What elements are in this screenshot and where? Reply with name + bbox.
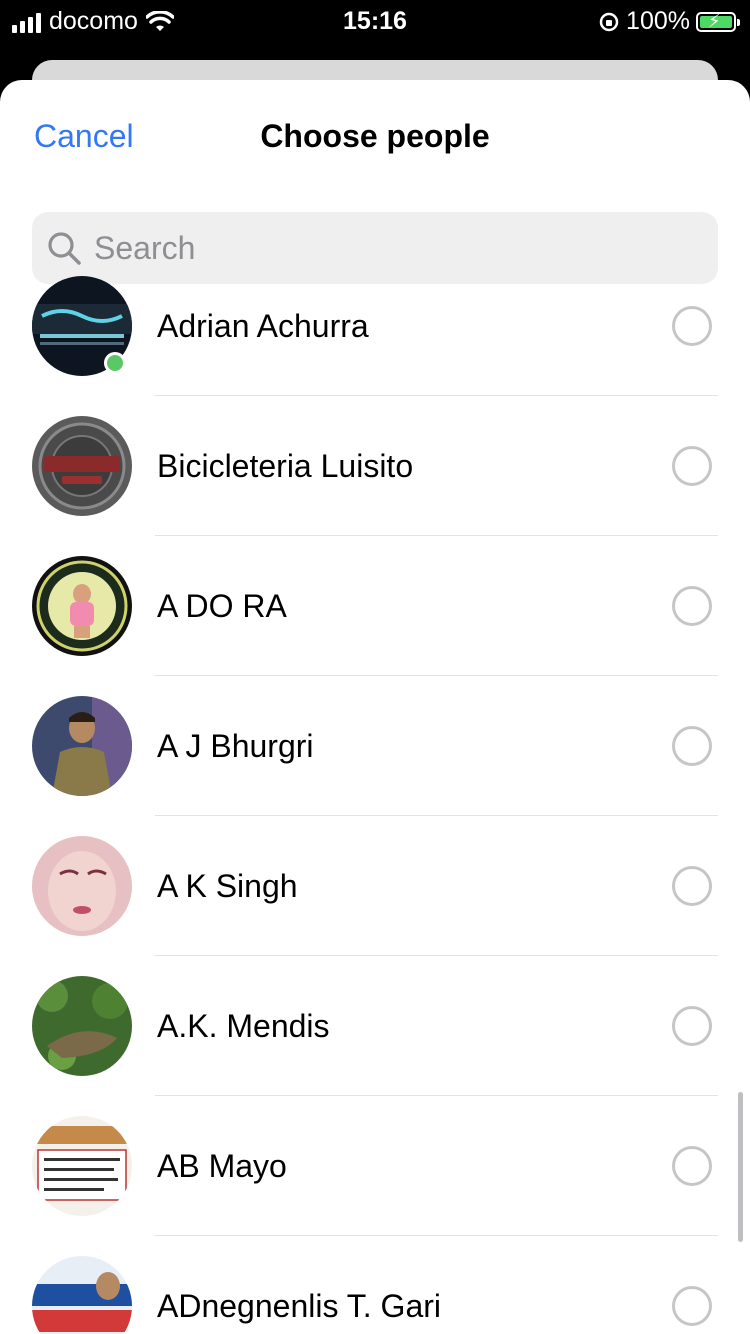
contact-name: Bicicleteria Luisito — [157, 448, 414, 484]
contact-name: A.K. Mendis — [157, 1008, 330, 1044]
contact-row[interactable]: ADnegnenlis T. Gari — [0, 1236, 750, 1334]
avatar — [32, 976, 132, 1076]
contact-name: Adrian Achurra — [157, 308, 369, 344]
select-radio[interactable] — [672, 1146, 712, 1186]
select-radio[interactable] — [672, 446, 712, 486]
select-radio[interactable] — [672, 866, 712, 906]
select-radio[interactable] — [672, 306, 712, 346]
contact-row[interactable]: A.K. Mendis — [0, 956, 750, 1096]
scrollbar[interactable] — [738, 1092, 743, 1242]
contact-row[interactable]: AB Mayo — [0, 1096, 750, 1236]
contact-name: AB Mayo — [157, 1148, 287, 1184]
contact-row[interactable]: A J Bhurgri — [0, 676, 750, 816]
contact-name: A K Singh — [157, 868, 298, 904]
avatar — [32, 1256, 132, 1334]
avatar — [32, 696, 132, 796]
contact-name: ADnegnenlis T. Gari — [157, 1288, 441, 1324]
contact-name: A J Bhurgri — [157, 728, 314, 764]
choose-people-sheet: Cancel Choose people Search Adrian Achur… — [0, 80, 750, 1334]
select-radio[interactable] — [672, 1006, 712, 1046]
contact-row[interactable]: A K Singh — [0, 816, 750, 956]
battery-percent: 100% — [626, 7, 690, 35]
online-indicator — [104, 352, 126, 374]
avatar — [32, 416, 132, 516]
avatar — [32, 1116, 132, 1216]
avatar — [32, 556, 132, 656]
contact-row[interactable]: A DO RA — [0, 536, 750, 676]
select-radio[interactable] — [672, 726, 712, 766]
contact-row[interactable]: Bicicleteria Luisito — [0, 396, 750, 536]
avatar — [32, 836, 132, 936]
battery-icon: ⚡ — [696, 11, 740, 32]
status-bar: docomo 15:16 100% ⚡ — [0, 0, 750, 40]
sheet-title: Choose people — [260, 118, 490, 154]
orientation-lock-icon — [599, 12, 619, 31]
select-radio[interactable] — [672, 1286, 712, 1326]
status-right: 100% ⚡ — [598, 7, 740, 36]
contact-row[interactable]: Adrian Achurra — [0, 256, 750, 396]
contact-name: A DO RA — [157, 588, 287, 624]
select-radio[interactable] — [672, 586, 712, 626]
